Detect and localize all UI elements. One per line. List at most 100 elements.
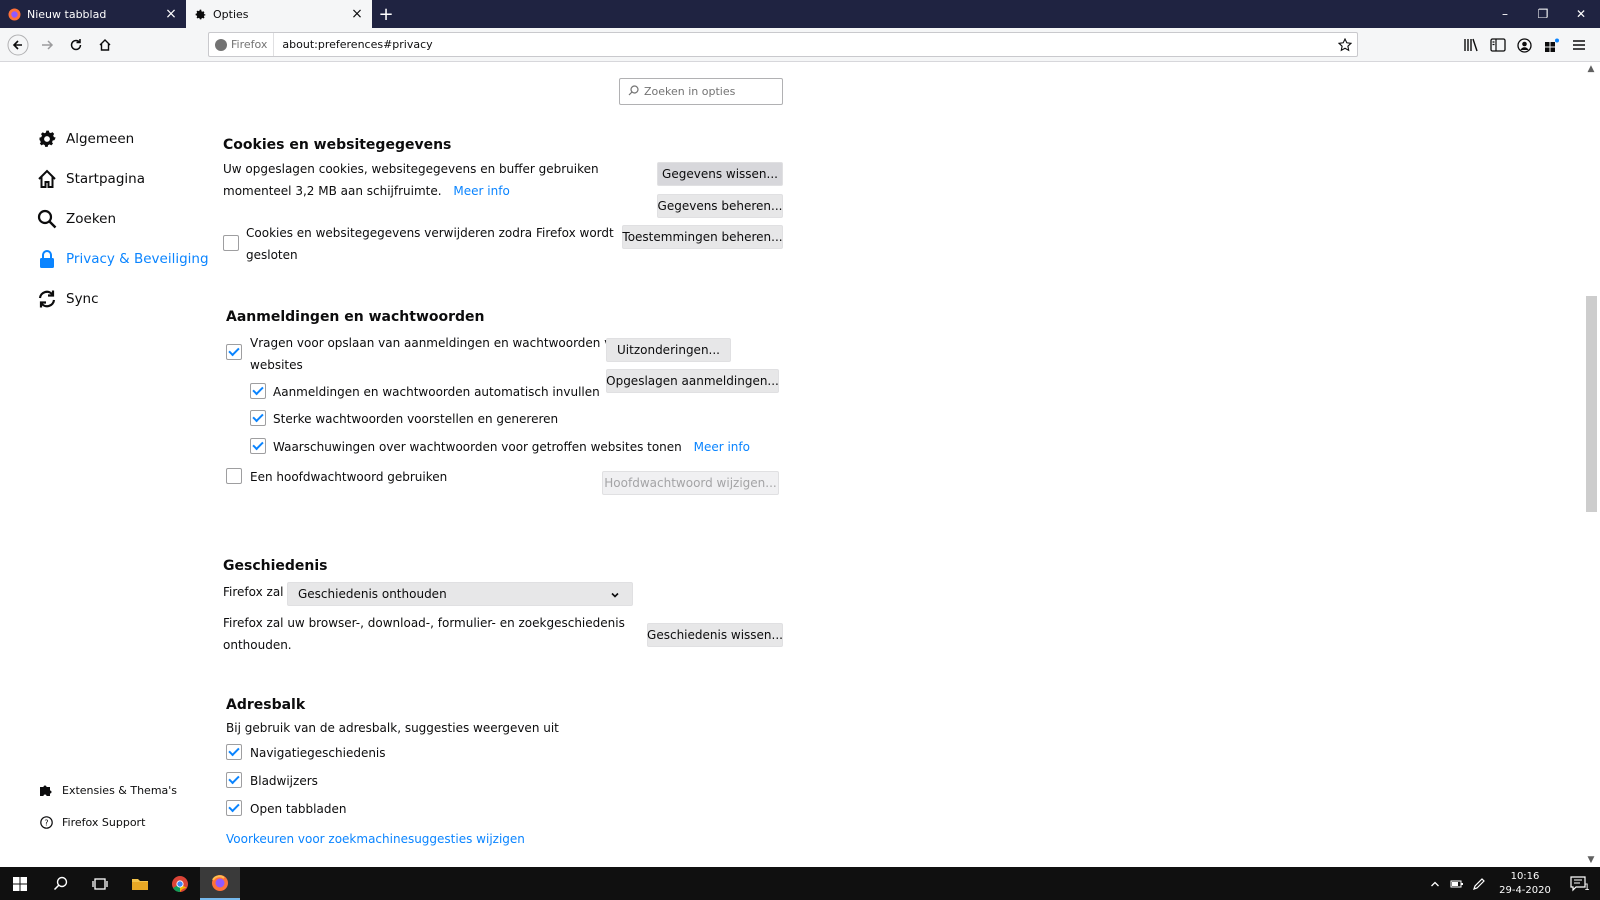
delete-on-close-checkbox[interactable]: [223, 235, 239, 251]
folder-icon: [132, 878, 148, 890]
tab-options[interactable]: Opties ×: [186, 0, 372, 28]
back-button[interactable]: [4, 31, 31, 59]
identity-box[interactable]: Firefox: [209, 33, 275, 56]
firefox-icon: [212, 874, 228, 891]
chevron-down-icon: [610, 589, 620, 603]
close-icon[interactable]: ×: [164, 7, 178, 21]
pen-icon[interactable]: [1468, 877, 1490, 891]
search-input[interactable]: Zoeken in opties: [619, 78, 783, 105]
menu-icon[interactable]: [1565, 32, 1592, 58]
sidebar-item-label: Sync: [66, 291, 99, 307]
notification-center-button[interactable]: 1: [1560, 875, 1600, 893]
chevron-up-icon[interactable]: [1424, 879, 1446, 889]
cookies-more-info-link[interactable]: Meer info: [453, 184, 509, 198]
chrome-button[interactable]: [160, 867, 200, 900]
tab-label: Nieuw tabblad: [27, 7, 107, 21]
breach-alerts-label: Waarschuwingen over wachtwoorden voor ge…: [273, 436, 750, 458]
scrollbar-thumb[interactable]: [1586, 296, 1597, 512]
library-icon[interactable]: [1457, 32, 1484, 58]
suggest-strong-passwords-label: Sterke wachtwoorden voorstellen en gener…: [273, 412, 559, 426]
arrow-left-icon: [7, 34, 28, 55]
firefox-taskbar-button[interactable]: [200, 867, 240, 900]
clock-date: 29-4-2020: [1499, 884, 1551, 896]
sidebar-item-general[interactable]: Algemeen: [36, 128, 134, 150]
manage-data-button[interactable]: Gegevens beheren...: [657, 194, 783, 218]
sidebar-link-addons[interactable]: Extensies & Thema's: [38, 782, 177, 798]
history-description-line1: Firefox zal uw browser-, download-, form…: [223, 616, 625, 630]
tab-new-tab[interactable]: Nieuw tabblad ×: [0, 0, 186, 28]
bookmark-star-icon[interactable]: [1333, 37, 1357, 52]
search-suggestions-preferences-link[interactable]: Voorkeuren voor zoekmachinesuggesties wi…: [226, 828, 525, 850]
account-icon[interactable]: [1511, 32, 1538, 58]
home-icon: [99, 38, 110, 51]
sidebar-item-home[interactable]: Startpagina: [36, 168, 145, 190]
page-scrollbar[interactable]: ▲ ▼: [1583, 62, 1600, 867]
battery-icon[interactable]: [1446, 879, 1468, 889]
home-button[interactable]: [91, 31, 118, 59]
new-tab-button[interactable]: +: [372, 0, 400, 28]
master-password-label: Een hoofdwachtwoord gebruiken: [250, 470, 448, 484]
scroll-down-icon[interactable]: ▼: [1586, 855, 1596, 865]
history-mode-select[interactable]: Geschiedenis onthouden: [287, 582, 633, 606]
manage-permissions-button[interactable]: Toestemmingen beheren...: [622, 225, 783, 249]
breach-alerts-checkbox[interactable]: [250, 438, 266, 454]
addressbar-section-title: Adresbalk: [226, 697, 306, 713]
autofill-logins-checkbox[interactable]: [250, 383, 266, 399]
arrow-right-icon: [41, 39, 53, 50]
sidebar-item-search[interactable]: Zoeken: [36, 208, 116, 230]
cookies-usage-text: momenteel 3,2 MB aan schijfruimte.: [223, 184, 442, 198]
clear-history-button[interactable]: Geschiedenis wissen...: [647, 623, 783, 647]
start-button[interactable]: [0, 867, 40, 900]
toolbar-right: [1457, 32, 1592, 58]
clock[interactable]: 10:16 29-4-2020: [1490, 870, 1560, 898]
suggest-strong-passwords-checkbox[interactable]: [250, 410, 266, 426]
clock-time: 10:16: [1510, 870, 1540, 882]
breach-alerts-text: Waarschuwingen over wachtwoorden voor ge…: [273, 440, 682, 454]
forward-button[interactable]: [33, 31, 60, 59]
master-password-checkbox[interactable]: [226, 468, 242, 484]
history-mode-selected: Geschiedenis onthouden: [298, 587, 447, 601]
taskbar-search-button[interactable]: [40, 867, 80, 900]
window-close-icon[interactable]: ✕: [1562, 0, 1600, 28]
suggest-history-label: Navigatiegeschiedenis: [250, 746, 386, 760]
saved-logins-button[interactable]: Opgeslagen aanmeldingen...: [606, 369, 779, 393]
history-section-title: Geschiedenis: [223, 558, 328, 574]
extensions-icon[interactable]: [1538, 32, 1565, 58]
sidebar-item-sync[interactable]: Sync: [36, 288, 99, 310]
chrome-icon: [172, 875, 188, 892]
change-master-password-button[interactable]: Hoofdwachtwoord wijzigen...: [602, 471, 779, 495]
sidebar-toggle-icon[interactable]: [1484, 32, 1511, 58]
sidebar-item-label: Privacy & Beveiliging: [66, 251, 209, 267]
sidebar-link-support[interactable]: ? Firefox Support: [38, 814, 145, 830]
sidebar-link-label: Firefox Support: [62, 815, 146, 829]
clear-data-button[interactable]: Gegevens wissen...: [657, 162, 783, 186]
login-exceptions-button[interactable]: Uitzonderingen...: [606, 338, 731, 362]
help-icon: ?: [38, 814, 54, 830]
delete-on-close-label-line1: Cookies en websitegegevens verwijderen z…: [246, 226, 614, 240]
suggest-open-tabs-checkbox[interactable]: [226, 800, 242, 816]
suggest-history-checkbox[interactable]: [226, 744, 242, 760]
window-controls: – ❐ ✕: [1486, 0, 1600, 28]
url-bar[interactable]: Firefox about:preferences#privacy: [208, 32, 1358, 57]
url-text[interactable]: about:preferences#privacy: [274, 38, 1333, 51]
restore-icon[interactable]: ❐: [1524, 0, 1562, 28]
close-icon[interactable]: ×: [350, 7, 364, 21]
ask-save-logins-checkbox[interactable]: [226, 344, 242, 360]
breach-alerts-more-info-link[interactable]: Meer info: [694, 440, 750, 454]
sidebar-item-label: Algemeen: [66, 131, 135, 147]
suggest-open-tabs-label: Open tabbladen: [250, 802, 347, 816]
reload-button[interactable]: [62, 31, 89, 59]
sidebar-item-privacy[interactable]: Privacy & Beveiliging: [36, 248, 209, 270]
minimize-icon[interactable]: –: [1486, 0, 1524, 28]
lock-icon: [36, 248, 58, 270]
svg-text:?: ?: [44, 818, 48, 827]
autofill-logins-label: Aanmeldingen en wachtwoorden automatisch…: [273, 385, 600, 399]
system-tray: 10:16 29-4-2020 1: [1424, 867, 1600, 900]
history-description-line2: onthouden.: [223, 638, 292, 652]
sync-icon: [36, 288, 58, 310]
suggest-bookmarks-checkbox[interactable]: [226, 772, 242, 788]
scroll-up-icon[interactable]: ▲: [1586, 64, 1596, 74]
search-icon: [53, 876, 67, 891]
file-explorer-button[interactable]: [120, 867, 160, 900]
task-view-button[interactable]: [80, 867, 120, 900]
